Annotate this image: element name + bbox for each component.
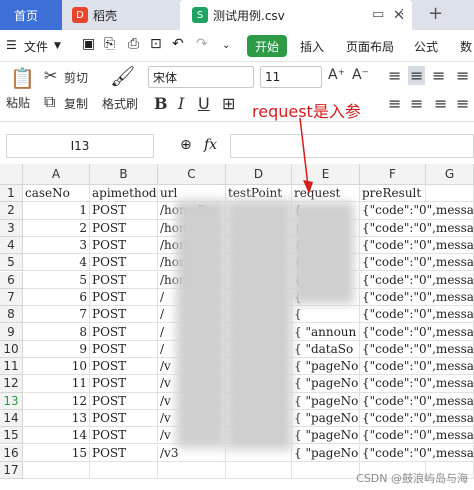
annotation-arrow [299,117,313,194]
watermark: CSDN @鼓浪屿岛与海 [356,472,468,485]
